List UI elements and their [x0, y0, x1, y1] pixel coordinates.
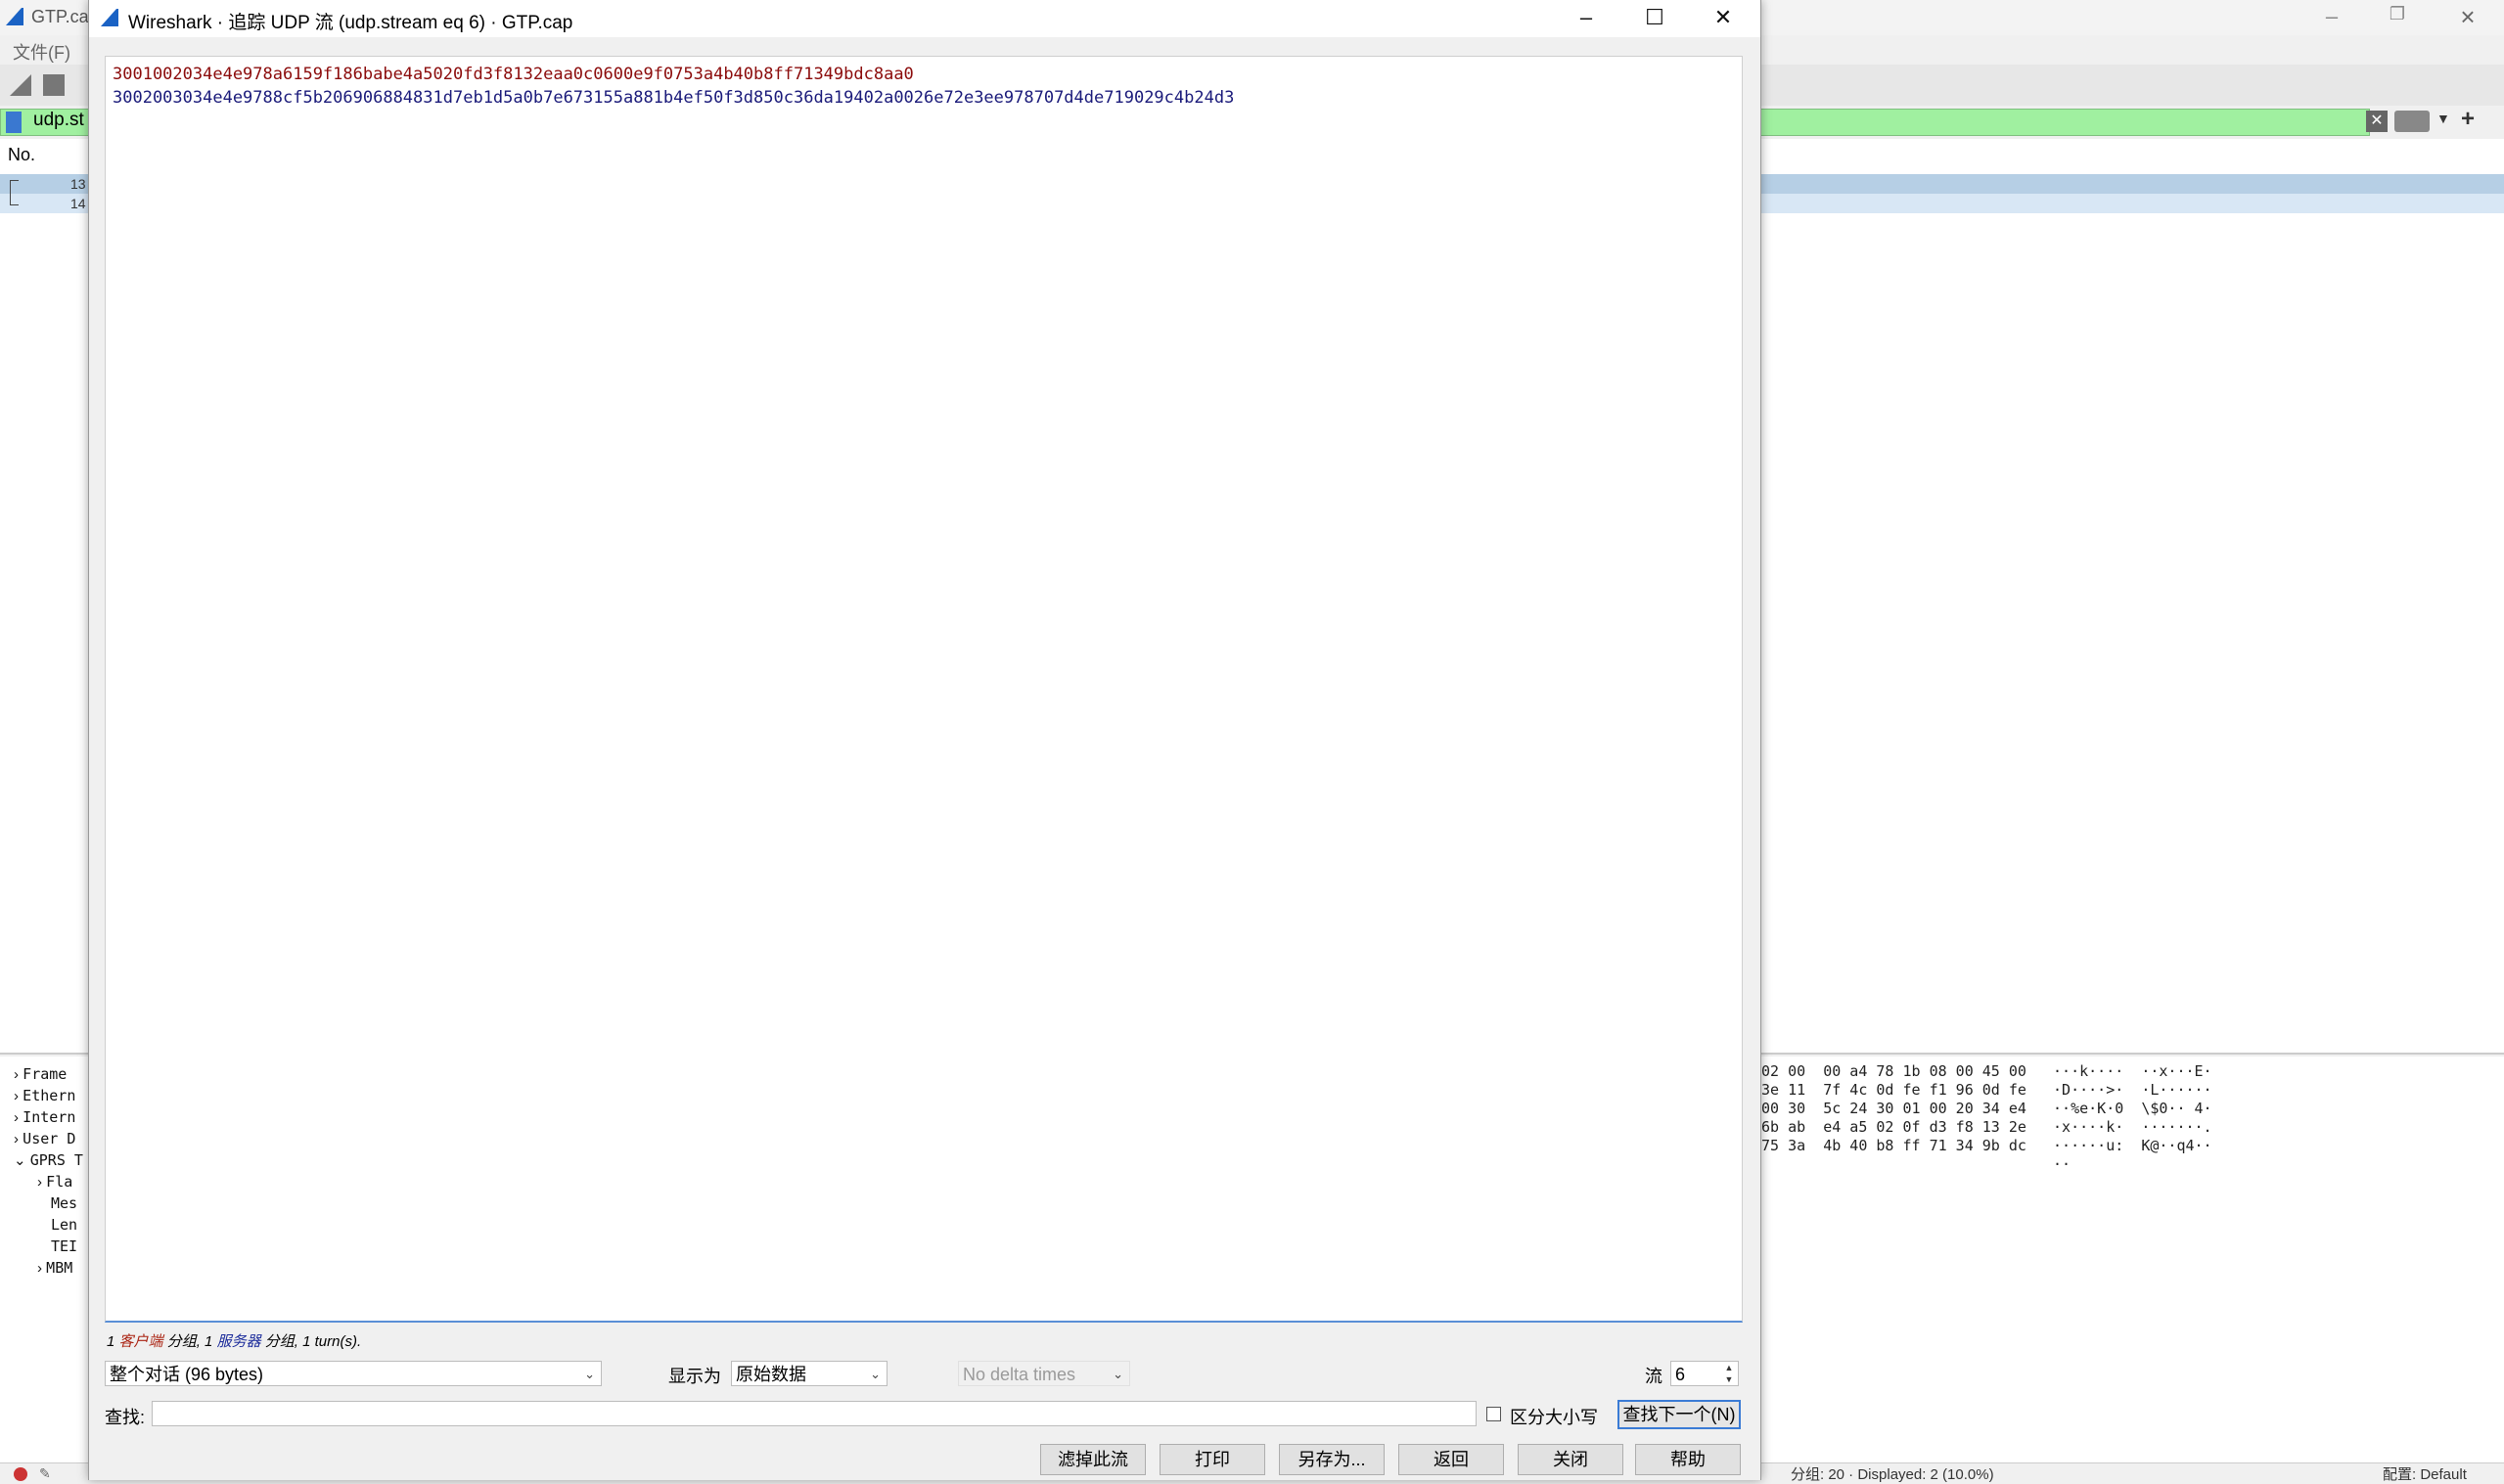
find-label: 查找: — [105, 1408, 146, 1427]
filter-add-icon[interactable]: + — [2461, 106, 2475, 133]
spin-arrows-icon[interactable]: ▲ ▼ — [1722, 1362, 1736, 1385]
minimize-button[interactable]: – — [1553, 0, 1619, 37]
conversation-select-value: 整个对话 (96 bytes) — [110, 1365, 264, 1384]
chevron-down-icon: ⌄ — [584, 1367, 595, 1381]
conversation-select[interactable]: 整个对话 (96 bytes) ⌄ — [105, 1361, 602, 1386]
tree-expander-icon[interactable]: › — [14, 1066, 19, 1083]
tree-item[interactable]: › MBM — [37, 1259, 72, 1277]
server-stream-line: 3002003034e4e9788cf5b206906884831d7eb1d5… — [113, 88, 1235, 108]
filter-apply-icon[interactable] — [2394, 111, 2430, 132]
tree-expander-icon[interactable]: ⌄ — [14, 1152, 26, 1169]
delta-times-select-value: No delta times — [963, 1365, 1076, 1384]
show-as-select[interactable]: 原始数据 ⌄ — [731, 1361, 888, 1386]
case-sensitive-label[interactable]: 区分大小写 — [1510, 1404, 1598, 1429]
filter-history-chevron-icon[interactable]: ▼ — [2436, 111, 2450, 126]
chevron-down-icon: ⌄ — [870, 1367, 881, 1381]
stream-summary: 1 客户端 分组, 1 服务器 分组, 1 turn(s). — [107, 1330, 361, 1351]
conversation-bracket-icon — [10, 180, 19, 205]
help-button[interactable]: 帮助 — [1635, 1444, 1741, 1475]
print-button[interactable]: 打印 — [1160, 1444, 1265, 1475]
find-input[interactable] — [152, 1401, 1477, 1426]
follow-stream-dialog: Wireshark · 追踪 UDP 流 (udp.stream eq 6) ·… — [88, 0, 1761, 1480]
close-window-button[interactable]: ✕ — [1690, 0, 1756, 37]
main-close-button[interactable]: × — [2453, 2, 2482, 31]
tree-item[interactable]: › User D — [14, 1130, 75, 1147]
show-as-label: 显示为 — [668, 1367, 721, 1386]
column-header-no[interactable]: No. — [8, 145, 35, 165]
tree-expander-icon[interactable]: › — [37, 1260, 42, 1277]
packet-row-number: 14 — [70, 196, 86, 211]
stream-content-view[interactable]: 3001002034e4e978a6159f186babe4a5020fd3f8… — [105, 56, 1743, 1323]
wireshark-logo-icon — [101, 9, 118, 26]
wireshark-logo-icon — [6, 8, 23, 25]
hex-line: 6b ab e4 a5 02 0f d3 f8 13 2e ·x····k· ·… — [1761, 1118, 2212, 1136]
server-suffix: 分组, — [264, 1333, 298, 1350]
menu-file[interactable]: 文件(F) — [13, 39, 70, 65]
tree-item[interactable]: Mes — [51, 1194, 77, 1212]
maximize-button[interactable]: ☐ — [1621, 0, 1688, 37]
capture-status-icon — [14, 1467, 27, 1481]
stream-number-spinbox[interactable]: 6 ▲ ▼ — [1670, 1361, 1739, 1386]
tree-item[interactable]: › Frame — [14, 1065, 67, 1083]
dialog-title: Wireshark · 追踪 UDP 流 (udp.stream eq 6) ·… — [128, 13, 573, 33]
delta-times-select[interactable]: No delta times ⌄ — [958, 1361, 1130, 1386]
tree-expander-icon[interactable]: › — [14, 1088, 19, 1104]
show-as-select-value: 原始数据 — [736, 1365, 806, 1384]
tree-expander-icon[interactable]: › — [37, 1174, 42, 1191]
save-as-button[interactable]: 另存为... — [1279, 1444, 1385, 1475]
client-stream-line: 3001002034e4e978a6159f186babe4a5020fd3f8… — [113, 65, 914, 84]
client-packet-count: 1 — [107, 1333, 115, 1350]
client-suffix: 分组, — [166, 1333, 201, 1350]
find-next-button[interactable]: 查找下一个(N) — [1617, 1400, 1741, 1429]
tree-expander-icon[interactable]: › — [14, 1109, 19, 1126]
main-minimize-button[interactable]: – — [2319, 4, 2345, 29]
client-label: 客户端 — [118, 1333, 163, 1350]
tree-expander-icon[interactable]: › — [14, 1131, 19, 1147]
case-sensitive-checkbox[interactable] — [1486, 1407, 1501, 1421]
filter-out-stream-button[interactable]: 滤掉此流 — [1040, 1444, 1146, 1475]
hex-line: 00 30 5c 24 30 01 00 20 34 e4 ··%e·K·0 \… — [1761, 1100, 2212, 1117]
main-restore-button[interactable]: ❐ — [2385, 4, 2410, 29]
status-profile[interactable]: 配置: Default — [2383, 1463, 2467, 1484]
back-button[interactable]: 返回 — [1398, 1444, 1504, 1475]
close-button[interactable]: 关闭 — [1518, 1444, 1623, 1475]
stream-number-value: 6 — [1675, 1365, 1686, 1384]
hex-line: 3e 11 7f 4c 0d fe f1 96 0d fe ·D····>· ·… — [1761, 1081, 2212, 1099]
chevron-down-icon: ⌄ — [1113, 1367, 1123, 1381]
tree-item[interactable]: › Intern — [14, 1108, 75, 1126]
hex-line: ·· — [1761, 1155, 2071, 1173]
tree-item[interactable]: ⌄ GPRS T — [14, 1151, 83, 1169]
stop-capture-icon[interactable] — [43, 74, 65, 96]
turn-count: 1 turn(s). — [302, 1333, 362, 1350]
edit-comment-icon[interactable]: ✎ — [39, 1465, 51, 1482]
filter-bookmark-icon[interactable] — [6, 112, 22, 133]
tree-item[interactable]: › Fla — [37, 1173, 72, 1191]
stream-number-label: 流 — [1645, 1367, 1662, 1386]
server-label: 服务器 — [216, 1333, 261, 1350]
server-packet-count: 1 — [205, 1333, 213, 1350]
packet-row-number: 13 — [70, 176, 86, 192]
hex-line: 75 3a 4b 40 b8 ff 71 34 9b dc ······u: K… — [1761, 1137, 2212, 1154]
filter-clear-icon[interactable]: ✕ — [2366, 111, 2388, 132]
status-packet-count: 分组: 20 · Displayed: 2 (10.0%) — [1791, 1466, 1994, 1483]
hex-line: 02 00 00 a4 78 1b 08 00 45 00 ···k···· ·… — [1761, 1062, 2212, 1080]
tree-item[interactable]: › Ethern — [14, 1087, 75, 1104]
tree-item[interactable]: TEI — [51, 1237, 77, 1255]
display-filter-text: udp.st — [33, 110, 84, 130]
tree-item[interactable]: Len — [51, 1216, 77, 1234]
